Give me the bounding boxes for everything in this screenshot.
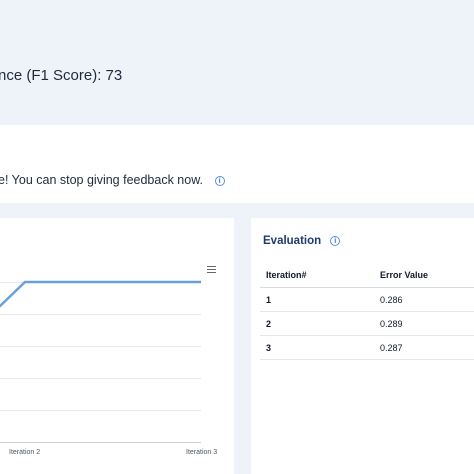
table-row: 1 0.286 <box>260 287 474 312</box>
page: nce (F1 Score): 73 e! You can stop givin… <box>0 0 474 474</box>
info-icon[interactable]: i <box>330 235 341 246</box>
error-value-cell: 0.289 <box>374 311 474 336</box>
line-chart <box>0 280 201 443</box>
iteration-cell: 2 <box>260 311 374 336</box>
performance-score-text: nce (F1 Score): 73 <box>0 67 123 84</box>
iteration-cell: 1 <box>260 287 374 312</box>
error-value-cell: 0.286 <box>374 287 474 312</box>
info-icon[interactable]: i <box>214 175 225 186</box>
evaluation-table: Iteration# Error Value 1 0.286 2 0.289 3… <box>260 263 474 360</box>
column-header-iteration: Iteration# <box>260 263 374 288</box>
x-tick-label-iteration-3: Iteration 3 <box>186 449 218 456</box>
column-header-error-value: Error Value <box>374 263 474 288</box>
table-header-row: Iteration# Error Value <box>260 263 474 288</box>
x-tick-label-iteration-2: Iteration 2 <box>9 449 41 456</box>
series-line <box>0 280 201 308</box>
evaluation-title-text: Evaluation <box>263 235 322 247</box>
evaluation-title: Evaluation i <box>263 235 341 247</box>
table-row: 2 0.289 <box>260 311 474 336</box>
feedback-message-text: e! You can stop giving feedback now. <box>0 173 204 187</box>
evaluation-card: Evaluation i Iteration# Error Value 1 0.… <box>251 218 474 474</box>
chart-card: Iteration 2 Iteration 3 <box>0 218 234 474</box>
performance-banner: nce (F1 Score): 73 <box>0 0 474 120</box>
feedback-card: e! You can stop giving feedback now. i <box>0 125 474 203</box>
error-value-cell: 0.287 <box>374 335 474 360</box>
iteration-cell: 3 <box>260 335 374 360</box>
chart-gridlines <box>0 282 201 443</box>
feedback-message: e! You can stop giving feedback now. i <box>0 173 225 187</box>
table-row: 3 0.287 <box>260 335 474 360</box>
